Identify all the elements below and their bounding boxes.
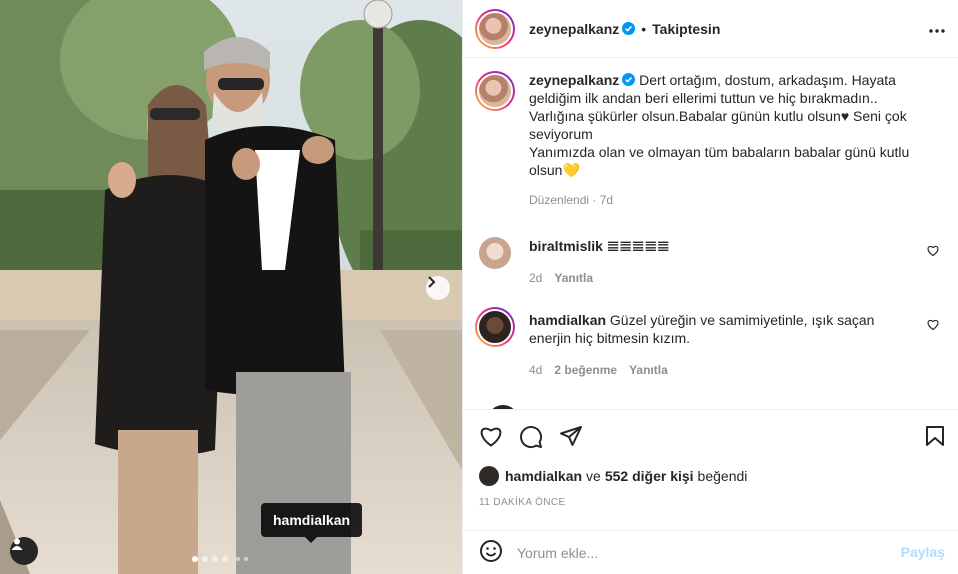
carousel-dot	[222, 556, 228, 562]
carousel-dot-active	[192, 556, 198, 562]
header-separator: •	[641, 20, 647, 37]
likes-connector: ve	[586, 468, 601, 484]
bookmark-icon[interactable]	[925, 425, 945, 450]
post-comment-button[interactable]: Paylaş	[901, 544, 945, 560]
liker-username[interactable]: hamdialkan	[505, 468, 582, 484]
comment-item: hamdialkan Güzel yüreğin ve samimiyetinl…	[475, 307, 945, 377]
comment-likes-count[interactable]: 2 beğenme	[554, 363, 617, 377]
comments-list[interactable]: zeynepalkanz Dert ortağım, dostum, arkad…	[463, 59, 958, 409]
post-timestamp[interactable]: 11 DAKİKA ÖNCE	[479, 497, 566, 508]
liker-avatar[interactable]	[479, 466, 499, 486]
follow-status[interactable]: Takiptesin	[652, 21, 720, 37]
show-tags-button[interactable]	[10, 537, 38, 565]
post-actions: hamdialkan ve 552 diğer kişi beğendi 11 …	[463, 409, 958, 508]
likes-summary: hamdialkan ve 552 diğer kişi beğendi	[479, 466, 747, 486]
comment-text: 𝌆𝌆𝌆𝌆𝌆	[606, 238, 670, 254]
next-slide-button[interactable]	[426, 276, 450, 300]
more-icon[interactable]	[929, 20, 945, 36]
comment-username[interactable]: hamdialkan	[529, 312, 606, 328]
author-username[interactable]: zeynepalkanz	[529, 21, 619, 37]
carousel-dot	[202, 556, 208, 562]
comment-age[interactable]: 4d	[529, 363, 542, 377]
comment-item: biraltmislik 𝌆𝌆𝌆𝌆𝌆 2d Yanıtla	[475, 233, 945, 285]
verified-icon	[622, 72, 636, 86]
comment-age[interactable]: 2d	[529, 271, 542, 285]
share-icon[interactable]	[559, 425, 583, 452]
photo-image	[0, 0, 462, 574]
instagram-post: hamdialkan zeynepalkanz • Takiptesin zey…	[0, 0, 958, 574]
post-photo[interactable]: hamdialkan	[0, 0, 462, 574]
photo-user-tag[interactable]: hamdialkan	[261, 503, 363, 543]
likes-suffix: beğendi	[697, 468, 748, 484]
comment-username[interactable]: biraltmislik	[529, 238, 603, 254]
post-sidebar: zeynepalkanz • Takiptesin zeynepalkanz D…	[462, 0, 958, 574]
carousel-dot	[244, 557, 248, 561]
emoji-icon[interactable]	[479, 539, 503, 566]
comment-icon[interactable]	[519, 425, 543, 452]
verified-icon	[622, 22, 636, 35]
post-header: zeynepalkanz • Takiptesin	[463, 0, 958, 58]
carousel-indicator	[192, 556, 248, 562]
comment-avatar[interactable]	[479, 237, 511, 269]
author-avatar[interactable]	[475, 8, 515, 49]
carousel-dot	[236, 557, 240, 561]
caption-author-username[interactable]: zeynepalkanz	[529, 72, 619, 88]
reply-button[interactable]: Yanıtla	[629, 363, 668, 377]
comment-composer: Paylaş	[463, 530, 958, 574]
comment-avatar[interactable]	[475, 307, 515, 347]
comment-input[interactable]	[517, 544, 877, 561]
comment-like-icon[interactable]	[927, 317, 939, 333]
carousel-dot	[212, 556, 218, 562]
caption-author-avatar[interactable]	[475, 71, 515, 111]
comment-like-icon[interactable]	[927, 243, 939, 259]
heart-icon[interactable]	[479, 425, 503, 452]
reply-button[interactable]: Yanıtla	[554, 271, 593, 285]
likes-others-link[interactable]: 552 diğer kişi	[605, 468, 694, 484]
caption: zeynepalkanz Dert ortağım, dostum, arkad…	[475, 71, 945, 207]
caption-meta: Düzenlendi · 7d	[529, 193, 614, 207]
caption-text-line2: Yanımızda olan ve olmayan tüm babaların …	[529, 144, 910, 178]
